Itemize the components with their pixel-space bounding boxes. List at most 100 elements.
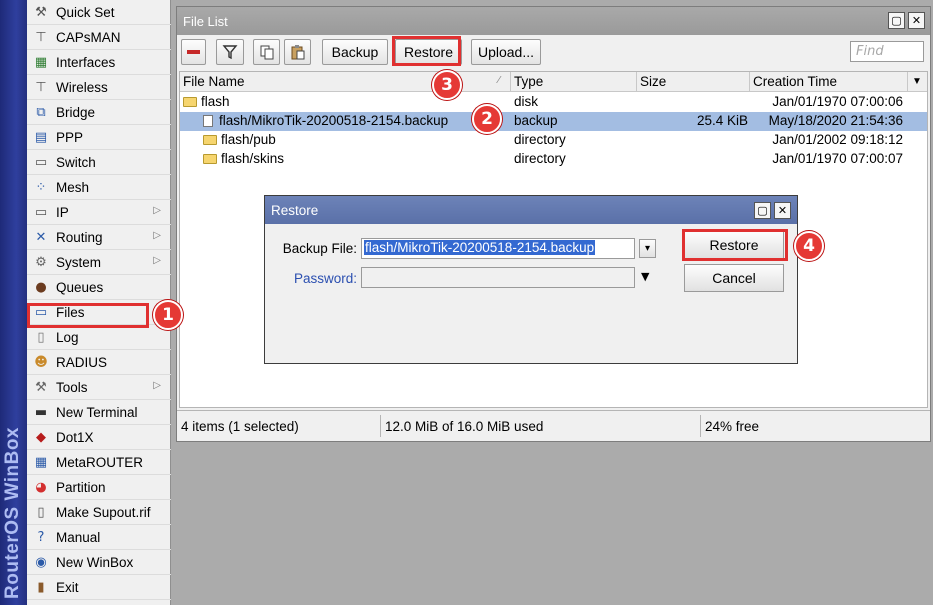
restore-dialog: Restore ▢ ✕ Backup File: flash/MikroTik-… [264,195,798,364]
dialog-maximize-icon[interactable]: ▢ [754,202,771,219]
sidebar-item-exit[interactable]: ▮ Exit [27,575,171,600]
column-chooser-dropdown[interactable]: ▼ [908,72,927,92]
sidebar-item-capsman[interactable]: ⊤ CAPsMAN [27,25,171,50]
sidebar-item-ip[interactable]: ▭ IP ▷ [27,200,171,225]
winbox-globe-icon: ◉ [35,554,47,570]
password-label: Password: [293,271,357,286]
partition-pie-icon: ◕ [35,479,47,495]
sidebar-item-switch[interactable]: ▭ Switch [27,150,171,175]
sidebar-item-label: Bridge [56,104,96,120]
table-row[interactable]: flash/pub directory Jan/01/2002 09:18:12 [180,131,927,150]
sidebar-item-log[interactable]: ▯ Log [27,325,171,350]
submenu-arrow-icon: ▷ [153,255,161,266]
copy-icon [260,45,273,60]
paste-icon [291,45,304,60]
find-input[interactable]: Find [850,41,924,62]
sidebar-item-wireless[interactable]: ⊤ Wireless [27,75,171,100]
backup-button[interactable]: Backup [322,39,388,65]
close-icon[interactable]: ✕ [908,12,925,29]
file-icon [203,115,213,127]
metarouter-icon: ▦ [34,454,48,470]
sidebar-item-label: Dot1X [56,429,94,445]
upload-button[interactable]: Upload... [471,39,541,65]
sidebar-item-label: Mesh [56,179,90,195]
sidebar-item-routing[interactable]: ✕ Routing ▷ [27,225,171,250]
sidebar-item-ppp[interactable]: ▤ PPP [27,125,171,150]
sidebar-item-label: MetaROUTER [56,454,144,470]
manual-help-icon: ? [37,529,45,545]
cell-size [640,94,748,112]
dialog-title: Restore [265,196,797,224]
sidebar-item-label: Routing [56,229,103,245]
table-row[interactable]: flash/MikroTik-20200518-2154.backup backu… [180,112,927,131]
cell-creation-time: Jan/01/1970 07:00:07 [772,151,903,166]
status-bar: 4 items (1 selected) 12.0 MiB of 16.0 Mi… [177,410,930,441]
sidebar-item-label: PPP [56,129,84,145]
radius-icon: ☻ [34,354,48,370]
backup-file-dropdown-icon[interactable]: ▾ [639,239,656,258]
column-size[interactable]: Size [637,72,750,92]
step-badge-1: 1 [153,300,183,330]
log-icon: ▯ [37,329,45,345]
sidebar-item-label: Interfaces [56,54,116,70]
cell-type: disk [514,94,539,109]
column-type[interactable]: Type [511,72,637,92]
copy-button[interactable] [253,39,280,65]
cell-size: 25.4 KiB [696,113,748,128]
step-badge-4: 4 [794,231,824,261]
sidebar-item-new-winbox[interactable]: ◉ New WinBox [27,550,171,575]
column-creation-time[interactable]: Creation Time [750,72,908,92]
brand-text: RouterOS WinBox [2,427,23,599]
step-badge-2: 2 [472,104,502,134]
wireless-icon: ⊤ [35,79,47,95]
folder-icon [203,154,217,164]
highlight-dialog-restore [682,229,788,261]
sidebar-item-make-supout-rif[interactable]: ▯ Make Supout.rif [27,500,171,525]
paste-button[interactable] [284,39,311,65]
sidebar-item-system[interactable]: ⚙ System ▷ [27,250,171,275]
table-row[interactable]: flash/skins directory Jan/01/1970 07:00:07 [180,150,927,169]
dialog-cancel-button[interactable]: Cancel [684,264,784,292]
sidebar-item-quick-set[interactable]: ⚒ Quick Set [27,0,171,25]
sidebar-item-tools[interactable]: ⚒ Tools ▷ [27,375,171,400]
sidebar-item-label: Log [56,329,79,345]
sidebar-item-label: New Terminal [56,404,138,420]
switch-icon: ▭ [34,154,48,170]
password-dropdown-icon[interactable]: ▼ [641,270,649,283]
sidebar-item-queues[interactable]: ● Queues [27,275,171,300]
dialog-close-icon[interactable]: ✕ [774,202,791,219]
sidebar-item-label: Quick Set [56,4,115,20]
sort-indicator-icon: ⁄ [498,75,500,86]
password-field[interactable] [361,267,635,288]
cell-type: backup [514,113,558,128]
remove-button[interactable] [181,39,206,65]
quick-set-icon: ⚒ [35,4,47,20]
brand-strip: RouterOS WinBox [0,0,27,605]
sidebar-item-mesh[interactable]: ⁘ Mesh [27,175,171,200]
filter-icon [222,45,238,60]
routing-icon: ✕ [35,229,47,245]
sidebar-item-metarouter[interactable]: ▦ MetaROUTER [27,450,171,475]
sidebar-item-dot1x[interactable]: ◆ Dot1X [27,425,171,450]
sidebar-item-interfaces[interactable]: ▦ Interfaces [27,50,171,75]
highlight-files [27,303,149,328]
sidebar-item-radius[interactable]: ☻ RADIUS [27,350,171,375]
sidebar-item-manual[interactable]: ? Manual [27,525,171,550]
table-row[interactable]: flash disk Jan/01/1970 07:00:06 [180,93,927,112]
interfaces-icon: ▦ [34,54,48,70]
dot1x-icon: ◆ [36,429,46,445]
sidebar-item-label: Tools [56,379,88,395]
step-badge-3: 3 [432,70,462,100]
sidebar-item-label: Switch [56,154,96,170]
ip-icon: ▭ [34,204,48,220]
backup-file-field[interactable]: flash/MikroTik-20200518-2154.backup [361,238,635,259]
filter-button[interactable] [216,39,244,65]
maximize-icon[interactable]: ▢ [888,12,905,29]
sidebar-item-bridge[interactable]: ⧉ Bridge [27,100,171,125]
sidebar-item-new-terminal[interactable]: ▬ New Terminal [27,400,171,425]
sidebar-item-partition[interactable]: ◕ Partition [27,475,171,500]
cell-size [640,151,748,169]
cell-creation-time: May/18/2020 21:54:36 [768,113,903,128]
sidebar-item-label: Make Supout.rif [56,504,151,520]
sidebar-item-label: Queues [56,279,104,295]
